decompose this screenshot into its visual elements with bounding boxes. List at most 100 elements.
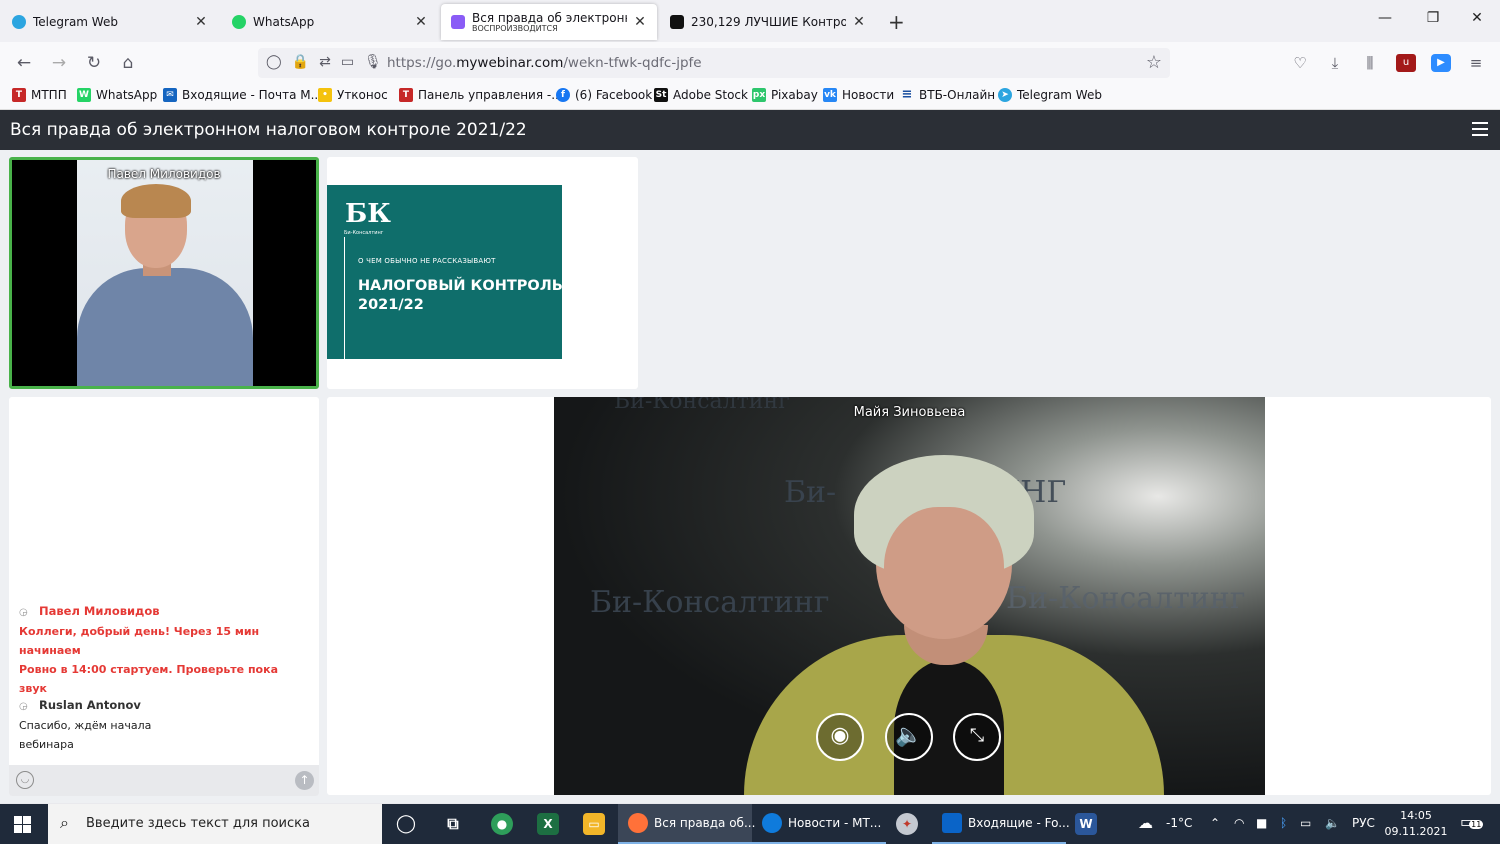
slide-heading: НАЛОГОВЫЙ КОНТРОЛЬ 2021/22 [358, 278, 563, 313]
pocket-icon[interactable]: ♡ [1290, 54, 1310, 72]
close-tab-icon[interactable]: ✕ [852, 14, 866, 30]
taskbar-app-outlook[interactable]: Входящие - Fo... [932, 804, 1070, 844]
vtb-icon: ≡ [901, 87, 913, 102]
taskbar-clock[interactable]: 14:05 09.11.2021 [1384, 808, 1448, 840]
reload-icon[interactable]: ↻ [82, 52, 106, 74]
taskbar-app-firefox[interactable]: Вся правда об... [618, 804, 755, 844]
notification-icon[interactable]: ▭11 [1460, 812, 1484, 831]
search-placeholder: Введите здесь текст для поиска [86, 816, 310, 831]
minimize-icon[interactable]: ⤡ [953, 713, 1001, 761]
restore-window-icon[interactable]: ❐ [1410, 10, 1456, 26]
send-icon[interactable]: ↑ [295, 771, 314, 790]
adobe-stock-icon [670, 15, 684, 29]
logo-caption: Би-Консалтинг [344, 230, 384, 236]
webinar-title: Вся правда об электронном налоговом конт… [10, 120, 527, 140]
pixabay-icon: px [752, 88, 766, 102]
hamburger-menu-icon[interactable] [1472, 122, 1488, 140]
mtpp-icon: Т [12, 88, 26, 102]
tab-adobe-stock[interactable]: 230,129 ЛУЧШИЕ Контроль Из ✕ [660, 4, 876, 40]
ublock-icon[interactable]: u [1396, 54, 1416, 72]
tab-telegram-web[interactable]: Telegram Web ✕ [2, 4, 218, 40]
volume-icon[interactable]: 🔈 [1325, 816, 1340, 830]
chat-message: ◶ Ruslan Antonov Спасибо, ждём начала веб… [19, 696, 309, 754]
bookmark-star-icon[interactable]: ☆ [1146, 52, 1162, 73]
taskbar-search[interactable]: ⌕ Введите здесь текст для поиска [48, 804, 382, 844]
language-indicator[interactable]: РУС [1352, 816, 1375, 830]
presenter-video[interactable]: Би-Консалтинг Би- ИНГ Би-Консалтинг Би-К… [554, 397, 1265, 795]
download-icon[interactable]: ⤓ [1325, 54, 1345, 72]
zoom-extension-icon[interactable]: ▶ [1431, 54, 1451, 72]
telegram-icon: ➤ [998, 88, 1012, 102]
chat-author: Ruslan Antonov [39, 698, 141, 712]
taskbar-app-edge[interactable]: Новости - МТ... [752, 804, 886, 844]
telegram-icon [12, 15, 26, 29]
weather-icon[interactable]: ☁ [1138, 814, 1153, 832]
firefox-icon [628, 813, 648, 833]
presenter-name-label: Майя Зиновьева [853, 405, 966, 420]
chat-panel: ◶ Павел Миловидов Коллеги, добрый день! Ч… [9, 397, 319, 796]
excel-icon[interactable]: X [537, 813, 559, 835]
site-info-icons[interactable]: ◯🔒⇄▭🎙 [266, 54, 392, 70]
tab-title: WhatsApp [253, 15, 315, 29]
edge-icon [762, 813, 782, 833]
speaker-video-tile[interactable]: Павел Миловидов [9, 157, 319, 389]
wifi-icon[interactable]: ◠ [1234, 816, 1244, 830]
home-icon[interactable]: ⌂ [116, 52, 140, 74]
plus-icon[interactable]: + [888, 10, 905, 34]
speaker-icon[interactable]: 🔈 [885, 713, 933, 761]
library-icon[interactable]: ⫼ [1360, 54, 1380, 72]
bookmark-utkonos[interactable]: • Утконос [318, 88, 388, 102]
tab-title: 230,129 ЛУЧШИЕ Контроль Из [691, 15, 846, 29]
speaker-camera-feed [77, 160, 253, 386]
bookmark-facebook[interactable]: f (6) Facebook [556, 88, 652, 102]
weather-temp[interactable]: -1°C [1166, 816, 1192, 830]
cortana-icon[interactable]: ◯ [395, 813, 417, 835]
chrome-icon[interactable]: ● [491, 813, 513, 835]
bookmark-pixabay[interactable]: px Pixabay [752, 88, 818, 102]
eye-icon[interactable]: ◉ [816, 713, 864, 761]
url-bar[interactable]: ◯🔒⇄▭🎙 https://go.mywebinar.com/wekn-tfwk… [258, 48, 1170, 78]
menu-icon[interactable]: ≡ [1466, 54, 1486, 72]
forward-icon[interactable]: → [47, 52, 71, 74]
windows-start-icon[interactable] [14, 816, 31, 833]
bookmark-telegram[interactable]: ➤ Telegram Web [998, 88, 1102, 102]
bookmark-control-panel[interactable]: Т Панель управления -... [399, 88, 563, 102]
tab-playing-label: ВОСПРОИЗВОДИТСЯ [472, 23, 558, 33]
presentation-tile[interactable]: БК Би-Консалтинг О ЧЕМ ОБЫЧНО НЕ РАССКАЗ… [327, 157, 638, 389]
bookmark-vtb[interactable]: ≡ ВТБ-Онлайн [900, 87, 996, 103]
app-icon[interactable]: ✦ [896, 813, 918, 835]
whatsapp-icon: W [77, 88, 91, 102]
browser-tab-strip: Telegram Web ✕ WhatsApp ✕ Вся правда об … [0, 0, 1500, 42]
bookmark-mail[interactable]: ✉ Входящие - Почта M... [163, 88, 322, 102]
browser-nav-bar: ← → ↻ ⌂ ◯🔒⇄▭🎙 https://go.mywebinar.com/w… [0, 42, 1500, 84]
bookmark-adobe-stock[interactable]: St Adobe Stock [654, 88, 748, 102]
chat-input[interactable]: ◡ ↑ [9, 765, 319, 796]
bookmark-mtpp[interactable]: Т МТПП [12, 88, 67, 102]
outlook-icon [942, 813, 962, 833]
minimize-window-icon[interactable]: — [1362, 10, 1408, 26]
url-text[interactable]: https://go.mywebinar.com/wekn-tfwk-qdfc-… [387, 55, 702, 71]
close-window-icon[interactable]: ✕ [1454, 10, 1500, 26]
task-view-icon[interactable]: ⧉ [442, 813, 464, 835]
emoji-icon[interactable]: ◡ [16, 771, 34, 789]
security-icon[interactable]: ■ [1256, 816, 1267, 830]
main-stage: Би-Консалтинг Би- ИНГ Би-Консалтинг Би-К… [327, 397, 1491, 795]
bookmark-whatsapp[interactable]: W WhatsApp [77, 88, 157, 102]
bluetooth-icon[interactable]: ᛒ [1280, 816, 1287, 830]
chat-text: вебинара [19, 738, 74, 751]
bookmark-vk-news[interactable]: vk Новости [823, 88, 894, 102]
battery-icon[interactable]: ▭ [1300, 816, 1311, 830]
word-icon[interactable]: W [1075, 813, 1097, 835]
close-tab-icon[interactable]: ✕ [633, 14, 647, 30]
close-tab-icon[interactable]: ✕ [414, 14, 428, 30]
back-icon[interactable]: ← [12, 52, 36, 74]
tray-expand-icon[interactable]: ⌃ [1210, 816, 1220, 830]
tab-whatsapp[interactable]: WhatsApp ✕ [222, 4, 438, 40]
close-tab-icon[interactable]: ✕ [194, 14, 208, 30]
search-icon: ⌕ [60, 813, 69, 832]
tab-webinar[interactable]: Вся правда об электронном н ВОСПРОИЗВОДИ… [441, 4, 657, 40]
whatsapp-icon [232, 15, 246, 29]
mail-icon: ✉ [163, 88, 177, 102]
vk-icon: vk [823, 88, 837, 102]
file-explorer-icon[interactable]: ▭ [583, 813, 605, 835]
